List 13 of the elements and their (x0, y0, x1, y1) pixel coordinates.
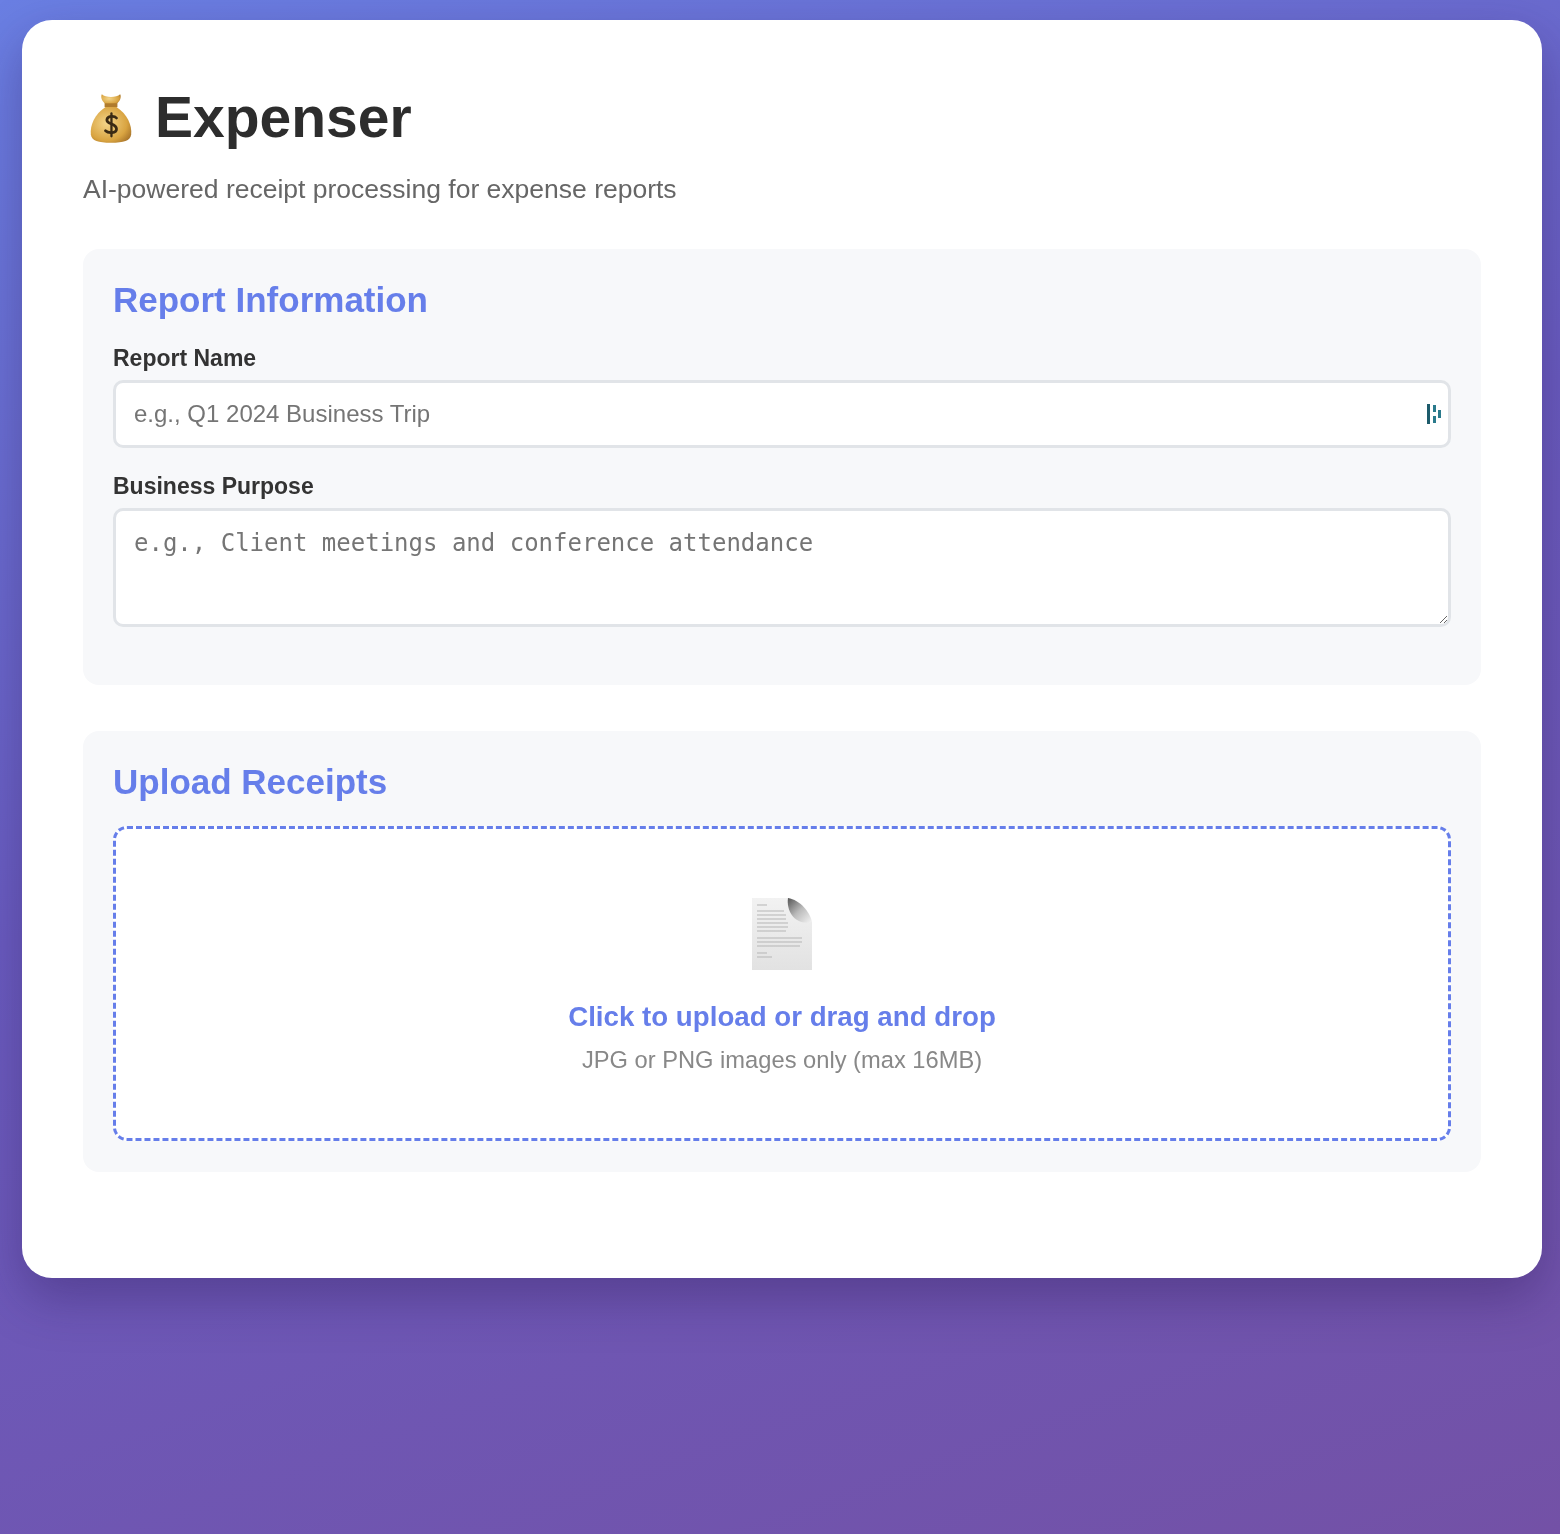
field-label: Business Purpose (113, 473, 315, 499)
app-title: Expenser (155, 84, 412, 152)
document-icon (752, 898, 812, 970)
section-heading: Upload Receipts (113, 761, 389, 802)
textarea-field[interactable]: e.g., Client meetings and conference attendance (113, 508, 1451, 627)
upload-prompt: Click to upload or drag and drop (568, 1000, 996, 1034)
app-subtitle: AI-powered receipt processing for expense reports (83, 175, 678, 204)
upload-dropzone[interactable]: Click to upload or drag and drop JPG or PNG images only (max 16MB) (113, 826, 1451, 1141)
field-label: Report Name (113, 345, 258, 371)
section-heading: Report Information (113, 279, 429, 320)
text-input-field[interactable]: e.g., Q1 2024 Business Trip (113, 380, 1451, 448)
upload-hint: JPG or PNG images only (max 16MB) (581, 1046, 983, 1074)
bars-icon[interactable] (1427, 404, 1443, 424)
